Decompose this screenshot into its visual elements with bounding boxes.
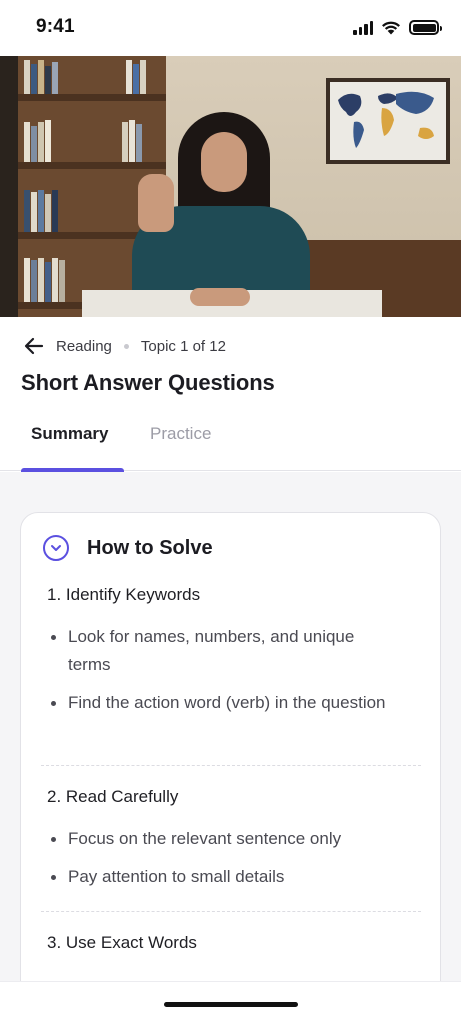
breadcrumb: Reading Topic 1 of 12 <box>22 334 226 358</box>
presenter-face <box>201 132 247 192</box>
status-icons <box>353 20 442 35</box>
battery-icon <box>409 20 442 35</box>
breadcrumb-topic: Topic 1 of 12 <box>140 337 226 355</box>
home-bar-area <box>0 982 461 1024</box>
tab-practice[interactable]: Practice <box>150 424 211 444</box>
how-to-solve-card: How to Solve 1. Identify Keywords Look f… <box>20 512 441 982</box>
step-title: 1. Identify Keywords <box>47 585 201 604</box>
card-header[interactable]: How to Solve <box>43 535 213 561</box>
arrow-left-icon[interactable] <box>22 334 46 358</box>
video-player[interactable] <box>0 56 461 317</box>
breadcrumb-section[interactable]: Reading <box>56 338 112 355</box>
tab-bar: Summary Practice <box>0 414 461 472</box>
step-divider <box>41 911 421 912</box>
card-title: How to Solve <box>87 536 213 559</box>
step-divider <box>41 765 421 766</box>
chevron-down-icon[interactable] <box>43 535 69 561</box>
tab-summary[interactable]: Summary <box>31 424 108 444</box>
cellular-signal-icon <box>353 20 373 35</box>
status-bar: 9:41 <box>0 0 461 56</box>
page-title: Short Answer Questions <box>21 370 275 395</box>
breadcrumb-separator <box>123 343 129 349</box>
status-time: 9:41 <box>36 16 75 37</box>
home-indicator[interactable] <box>164 1002 298 1007</box>
list-item: Look for names, numbers, and unique term… <box>49 623 399 679</box>
list-item: Find the action word (verb) in the quest… <box>49 689 399 717</box>
list-item: Focus on the relevant sentence only <box>49 825 399 853</box>
wifi-icon <box>382 21 400 35</box>
summary-content[interactable]: How to Solve 1. Identify Keywords Look f… <box>0 472 461 982</box>
step-title: 2. Read Carefully <box>47 787 179 806</box>
world-map-frame <box>326 78 450 164</box>
list-item: Pay attention to small details <box>49 863 399 891</box>
step-title: 3. Use Exact Words <box>47 933 197 952</box>
